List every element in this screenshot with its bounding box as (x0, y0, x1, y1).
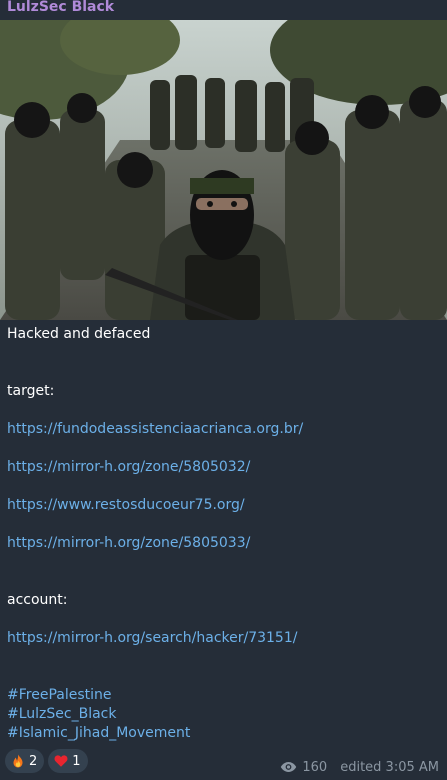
hashtag-free-palestine[interactable]: #FreePalestine (7, 686, 440, 705)
eye-icon (281, 762, 297, 772)
reaction-heart-count: 1 (72, 753, 81, 769)
reaction-fire[interactable]: 2 (5, 749, 45, 773)
reaction-fire-count: 2 (29, 753, 38, 769)
target-label: target: (7, 383, 55, 399)
message-headline: Hacked and defaced (7, 326, 151, 342)
reaction-heart[interactable]: 1 (48, 749, 88, 773)
fire-emoji (13, 754, 23, 768)
message-bubble: LulzSec Black Hacked and defaced target:… (0, 0, 447, 780)
account-label: account: (7, 592, 68, 608)
message-meta: 160 edited 3:05 AM (280, 758, 439, 776)
view-count: 160 (302, 759, 328, 775)
hashtag-lulzsec-black[interactable]: #LulzSec_Black (7, 705, 440, 724)
target-link-3[interactable]: https://www.restosducoeur75.org/ (7, 496, 440, 515)
message-photo[interactable] (0, 20, 447, 320)
edited-timestamp: edited 3:05 AM (340, 759, 439, 775)
reactions-bar: 2 1 (5, 749, 88, 773)
photo-image (0, 20, 447, 320)
account-link[interactable]: https://mirror-h.org/search/hacker/73151… (7, 629, 440, 648)
target-link-4[interactable]: https://mirror-h.org/zone/5805033/ (7, 534, 440, 553)
sender-name[interactable]: LulzSec Black (7, 0, 114, 17)
target-link-2[interactable]: https://mirror-h.org/zone/5805032/ (7, 458, 440, 477)
heart-emoji (54, 755, 68, 767)
target-link-1[interactable]: https://fundodeassistenciaacrianca.org.b… (7, 420, 440, 439)
hashtag-islamic-jihad-movement[interactable]: #Islamic_Jihad_Movement (7, 724, 440, 743)
